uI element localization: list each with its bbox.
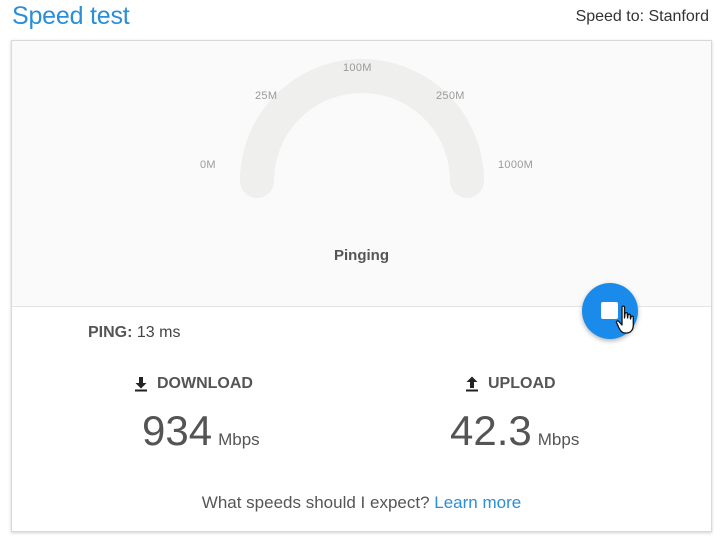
gauge-panel: 0M 25M 100M 250M 1000M Pinging [12, 41, 711, 307]
upload-header: UPLOAD [464, 375, 556, 393]
download-result: 934 Mbps [142, 407, 260, 455]
hand-pointer-icon [615, 305, 634, 334]
download-value: 934 [142, 407, 213, 454]
upload-result: 42.3 Mbps [450, 407, 579, 455]
expectation-note: What speeds should I expect? Learn more [12, 493, 711, 513]
ping-result: PING: 13 ms [88, 324, 180, 342]
expectation-question: What speeds should I expect? [201, 493, 430, 512]
gauge-tick-3: 250M [436, 90, 465, 102]
gauge-tick-1: 25M [255, 90, 278, 102]
download-label: DOWNLOAD [157, 375, 253, 392]
ping-value: 13 ms [136, 324, 181, 341]
speed-test-page: Speed test Speed to: Stanford 0M 25M 100… [0, 0, 723, 540]
download-header: DOWNLOAD [133, 375, 253, 393]
speed-gauge [240, 59, 484, 198]
gauge-tick-2: 100M [343, 62, 372, 74]
gauge-status: Pinging [334, 247, 389, 264]
gauge-tick-0: 0M [200, 159, 216, 171]
gauge-tick-4: 1000M [498, 159, 534, 171]
upload-unit: Mbps [537, 430, 580, 449]
upload-label: UPLOAD [488, 375, 556, 392]
learn-more-link[interactable]: Learn more [434, 493, 521, 512]
download-unit: Mbps [218, 430, 260, 449]
ping-label: PING: [88, 324, 133, 341]
page-title: Speed test [12, 2, 130, 30]
upload-value: 42.3 [450, 407, 532, 454]
download-arrow-icon [135, 377, 147, 392]
server-label: Speed to: Stanford [575, 8, 709, 25]
upload-arrow-icon [466, 376, 478, 392]
speed-test-card: 0M 25M 100M 250M 1000M Pinging PING: 13 … [11, 40, 712, 532]
